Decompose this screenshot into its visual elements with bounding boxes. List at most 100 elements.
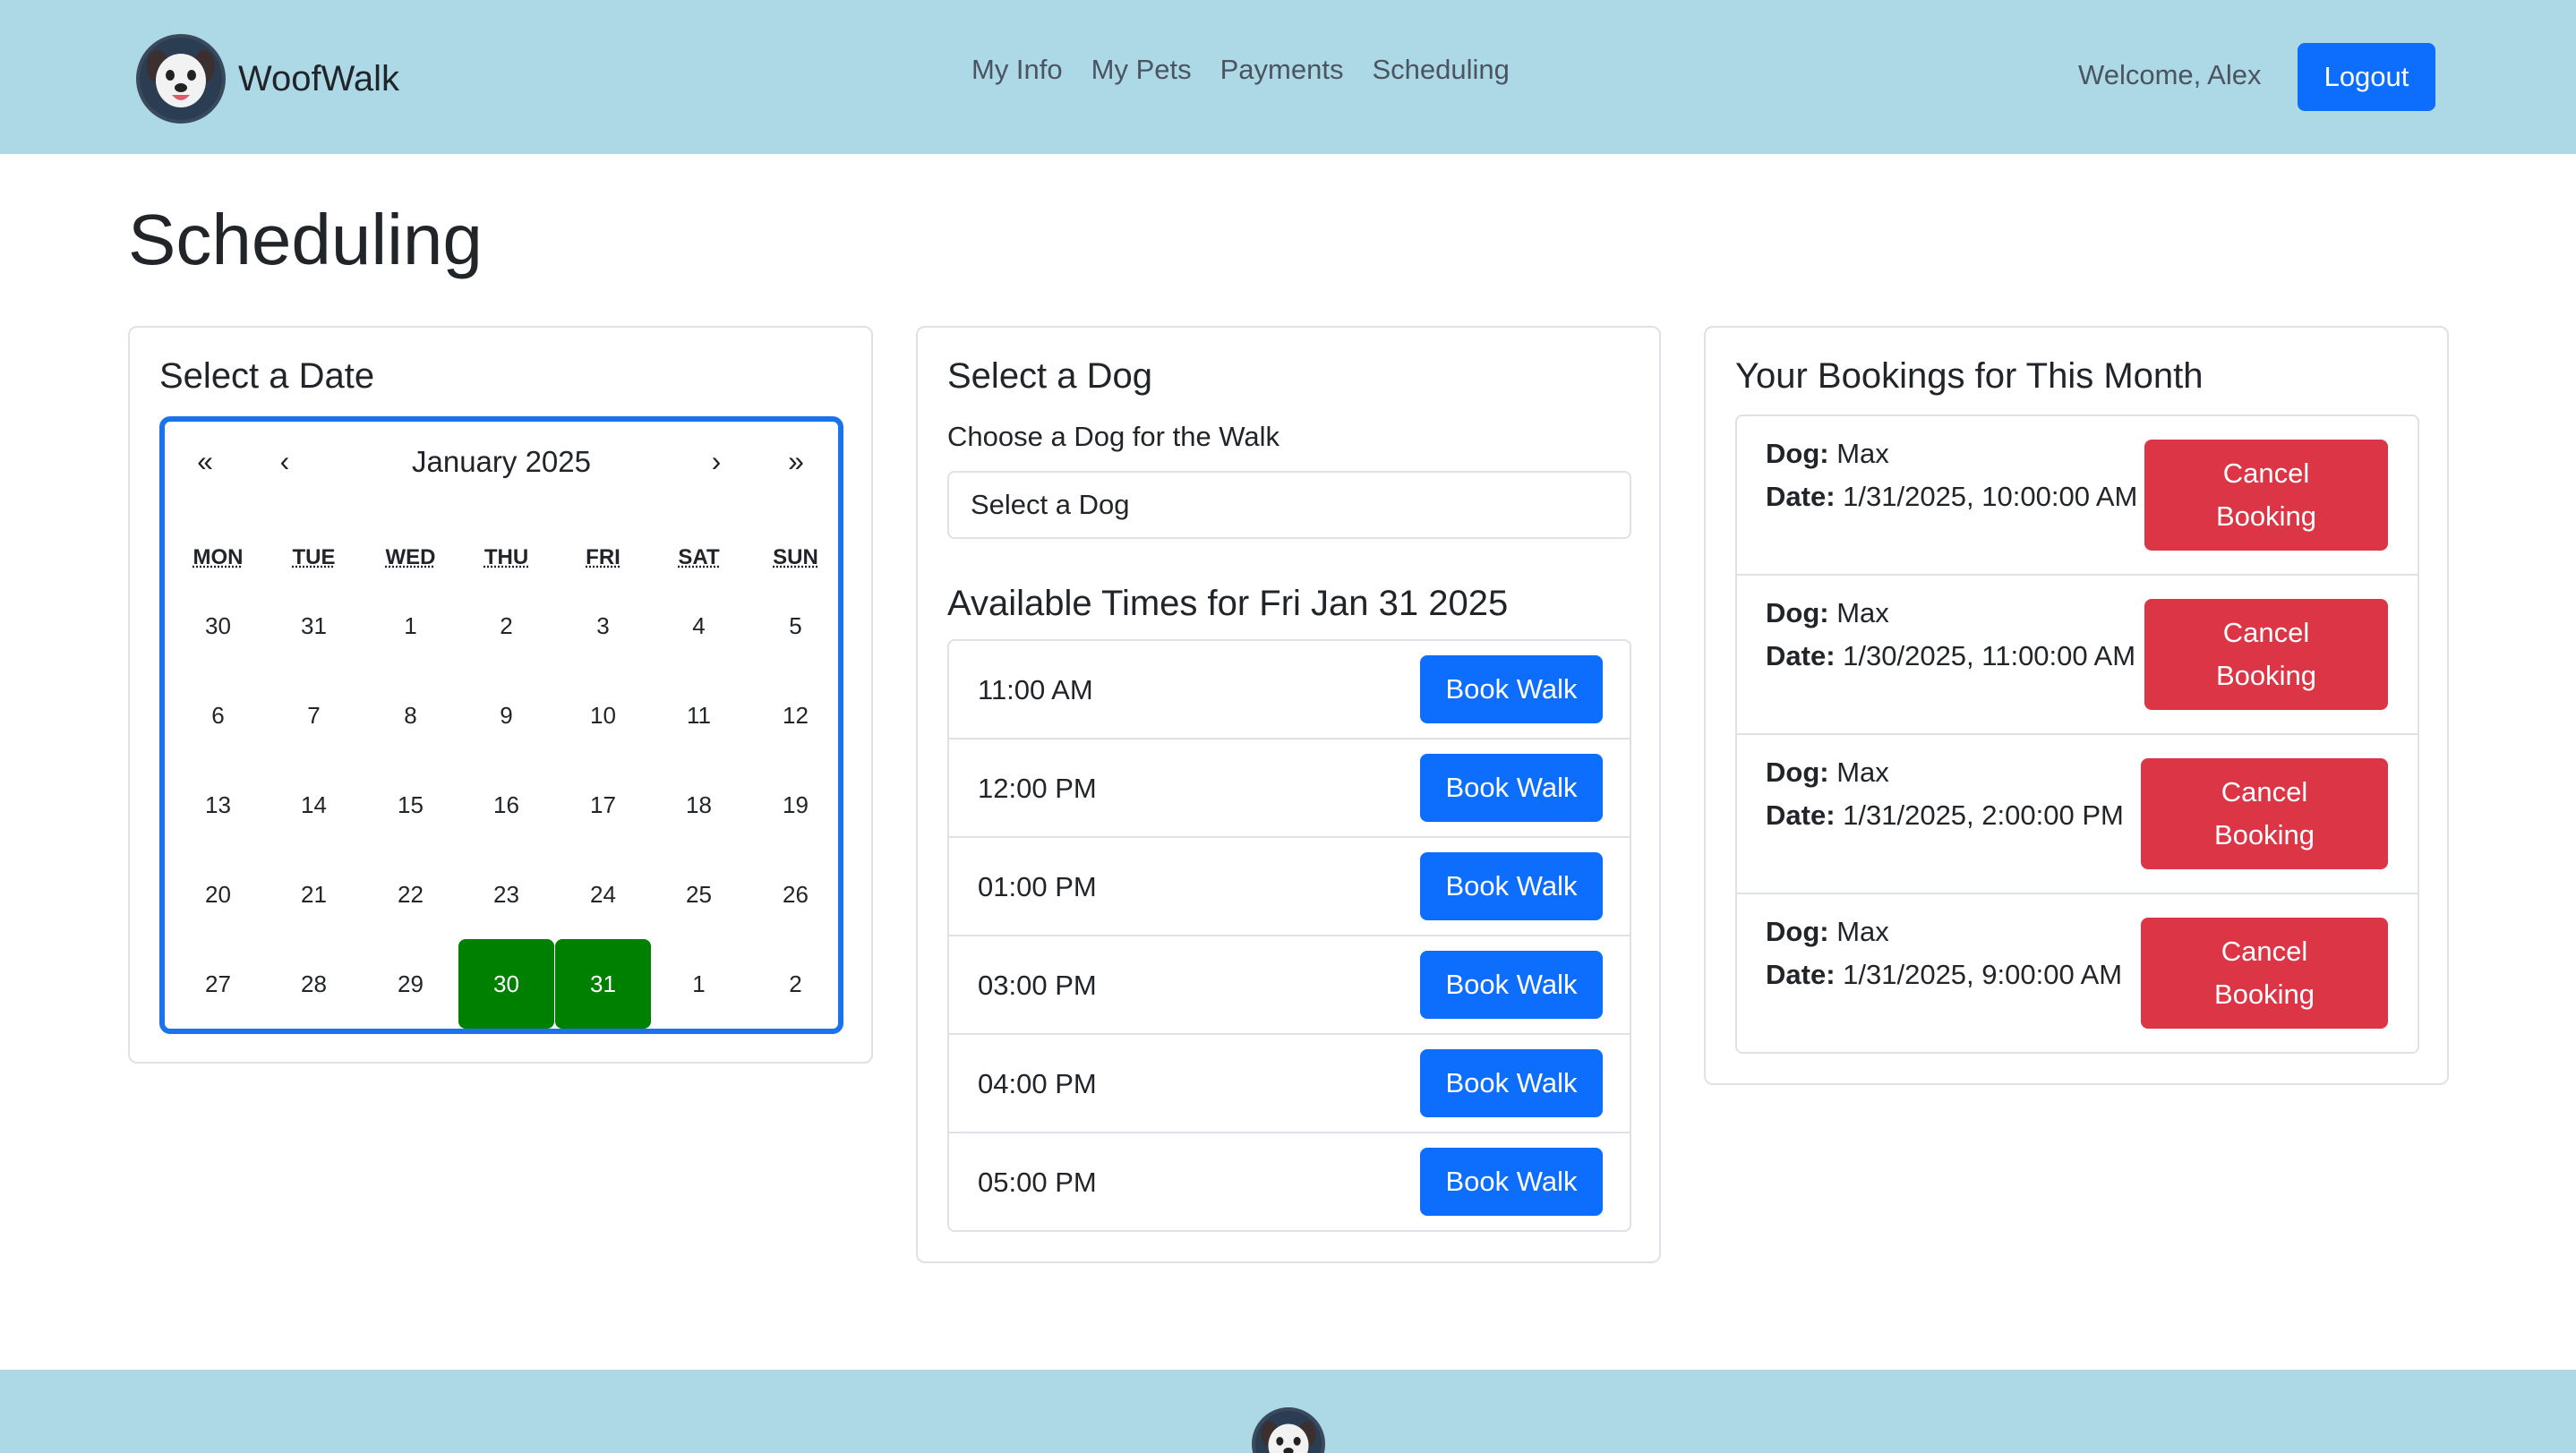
calendar-day[interactable]: 5 bbox=[748, 581, 843, 671]
nav-link-my-info[interactable]: My Info bbox=[971, 54, 1063, 86]
time-slot-label: 05:00 PM bbox=[978, 1167, 1097, 1198]
time-slot-row: 01:00 PM Book Walk bbox=[949, 838, 1630, 936]
dog-select[interactable]: Select a Dog bbox=[947, 471, 1631, 539]
footer bbox=[0, 1370, 2576, 1453]
calendar-day[interactable]: 12 bbox=[748, 671, 843, 760]
calendar-day[interactable]: 2 bbox=[748, 939, 843, 1029]
time-slot-label: 03:00 PM bbox=[978, 970, 1097, 1001]
calendar-day[interactable]: 1 bbox=[651, 939, 747, 1029]
calendar-day[interactable]: 16 bbox=[458, 760, 554, 850]
dog-field-label: Dog: bbox=[1766, 756, 1829, 788]
calendar-day[interactable]: 29 bbox=[363, 939, 458, 1029]
bookings-title: Your Bookings for This Month bbox=[1735, 356, 2204, 396]
book-walk-button[interactable]: Book Walk bbox=[1420, 1148, 1603, 1216]
book-walk-button[interactable]: Book Walk bbox=[1420, 852, 1603, 920]
booking-row: Dog: Max Date: 1/31/2025, 10:00:00 AM Ca… bbox=[1737, 416, 2418, 576]
calendar-day[interactable]: 25 bbox=[651, 850, 747, 939]
select-date-title: Select a Date bbox=[159, 356, 375, 396]
calendar-day[interactable]: 18 bbox=[651, 760, 747, 850]
dog-select-label: Choose a Dog for the Walk bbox=[947, 421, 1280, 452]
calendar-day[interactable]: 22 bbox=[363, 850, 458, 939]
calendar-day[interactable]: 28 bbox=[266, 939, 362, 1029]
available-times-list: 11:00 AM Book Walk 12:00 PM Book Walk 01… bbox=[947, 639, 1631, 1232]
calendar-day[interactable]: 6 bbox=[170, 671, 266, 760]
time-slot-label: 11:00 AM bbox=[978, 674, 1093, 705]
calendar-day[interactable]: 21 bbox=[266, 850, 362, 939]
cancel-booking-button[interactable]: Cancel Booking bbox=[2141, 918, 2388, 1029]
nav-link-payments[interactable]: Payments bbox=[1220, 54, 1344, 86]
nav-link-scheduling[interactable]: Scheduling bbox=[1372, 54, 1509, 86]
calendar-day[interactable]: 27 bbox=[170, 939, 266, 1029]
cancel-booking-button[interactable]: Cancel Booking bbox=[2141, 758, 2388, 869]
booking-info: Dog: Max Date: 1/31/2025, 9:00:00 AM bbox=[1766, 910, 2142, 996]
bookings-list: Dog: Max Date: 1/31/2025, 10:00:00 AM Ca… bbox=[1735, 415, 2419, 1054]
cancel-booking-button[interactable]: Cancel Booking bbox=[2144, 599, 2388, 710]
time-slot-label: 04:00 PM bbox=[978, 1068, 1097, 1099]
calendar-day[interactable]: 14 bbox=[266, 760, 362, 850]
calendar-day[interactable]: 7 bbox=[266, 671, 362, 760]
calendar-day[interactable]: 11 bbox=[651, 671, 747, 760]
book-walk-button[interactable]: Book Walk bbox=[1420, 754, 1603, 822]
time-slot-row: 12:00 PM Book Walk bbox=[949, 739, 1630, 838]
select-date-card: Select a Date « ‹ January 2025 › » MON T… bbox=[128, 326, 873, 1064]
calendar-day[interactable]: 13 bbox=[170, 760, 266, 850]
calendar-day[interactable]: 26 bbox=[748, 850, 843, 939]
booking-info: Dog: Max Date: 1/30/2025, 11:00:00 AM bbox=[1766, 592, 2142, 678]
logout-button[interactable]: Logout bbox=[2298, 43, 2435, 111]
top-navbar: WoofWalk My Info My Pets Payments Schedu… bbox=[0, 0, 2576, 154]
dog-field-label: Dog: bbox=[1766, 916, 1829, 947]
available-times-title: Available Times for Fri Jan 31 2025 bbox=[947, 584, 1509, 623]
book-walk-button[interactable]: Book Walk bbox=[1420, 951, 1603, 1019]
calendar-day[interactable]: 24 bbox=[555, 850, 651, 939]
book-walk-button[interactable]: Book Walk bbox=[1420, 1049, 1603, 1117]
select-dog-title: Select a Dog bbox=[947, 356, 1153, 396]
booking-row: Dog: Max Date: 1/30/2025, 11:00:00 AM Ca… bbox=[1737, 576, 2418, 735]
dog-field-label: Dog: bbox=[1766, 438, 1829, 469]
calendar-day[interactable]: 23 bbox=[458, 850, 554, 939]
booking-row: Dog: Max Date: 1/31/2025, 2:00:00 PM Can… bbox=[1737, 735, 2418, 894]
time-slot-row: 03:00 PM Book Walk bbox=[949, 936, 1630, 1035]
calendar-day[interactable]: 10 bbox=[555, 671, 651, 760]
calendar-day[interactable]: 9 bbox=[458, 671, 554, 760]
calendar-day[interactable]: 17 bbox=[555, 760, 651, 850]
calendar: « ‹ January 2025 › » MON TUE WED THU FRI… bbox=[159, 416, 843, 1034]
date-field-label: Date: bbox=[1766, 640, 1836, 671]
calendar-day[interactable]: 19 bbox=[748, 760, 843, 850]
calendar-day-highlighted[interactable]: 31 bbox=[555, 939, 651, 1029]
calendar-day[interactable]: 4 bbox=[651, 581, 747, 671]
page-title: Scheduling bbox=[128, 200, 483, 279]
calendar-day[interactable]: 1 bbox=[363, 581, 458, 671]
brand[interactable]: WoofWalk bbox=[136, 32, 399, 125]
calendar-day[interactable]: 8 bbox=[363, 671, 458, 760]
select-dog-card: Select a Dog Choose a Dog for the Walk S… bbox=[916, 326, 1661, 1263]
time-slot-row: 05:00 PM Book Walk bbox=[949, 1133, 1630, 1230]
calendar-days-grid: 30 31 1 2 3 4 5 6 7 8 9 10 11 12 13 14 15 16 17 18 19 20 21 22 2… bbox=[165, 422, 838, 1029]
calendar-day-highlighted[interactable]: 30 bbox=[458, 939, 554, 1029]
time-slot-label: 01:00 PM bbox=[978, 871, 1097, 902]
main-nav: My Info My Pets Payments Scheduling bbox=[971, 54, 1510, 86]
calendar-day[interactable]: 20 bbox=[170, 850, 266, 939]
booking-row: Dog: Max Date: 1/31/2025, 9:00:00 AM Can… bbox=[1737, 894, 2418, 1052]
date-field-label: Date: bbox=[1766, 481, 1836, 512]
calendar-day[interactable]: 3 bbox=[555, 581, 651, 671]
dog-field-label: Dog: bbox=[1766, 597, 1829, 628]
calendar-day[interactable]: 30 bbox=[170, 581, 266, 671]
booking-date: 1/31/2025, 10:00:00 AM bbox=[1843, 481, 2138, 512]
booking-dog-name: Max bbox=[1836, 438, 1889, 469]
booking-info: Dog: Max Date: 1/31/2025, 10:00:00 AM bbox=[1766, 432, 2142, 518]
calendar-day[interactable]: 2 bbox=[458, 581, 554, 671]
calendar-day[interactable]: 31 bbox=[266, 581, 362, 671]
booking-dog-name: Max bbox=[1836, 597, 1889, 628]
time-slot-row: 04:00 PM Book Walk bbox=[949, 1035, 1630, 1133]
date-field-label: Date: bbox=[1766, 799, 1836, 831]
cancel-booking-button[interactable]: Cancel Booking bbox=[2144, 440, 2388, 551]
booking-dog-name: Max bbox=[1836, 756, 1889, 788]
time-slot-row: 11:00 AM Book Walk bbox=[949, 641, 1630, 739]
booking-date: 1/31/2025, 2:00:00 PM bbox=[1843, 799, 2124, 831]
book-walk-button[interactable]: Book Walk bbox=[1420, 655, 1603, 723]
calendar-day[interactable]: 15 bbox=[363, 760, 458, 850]
dog-logo-icon bbox=[1252, 1407, 1325, 1453]
dog-logo-icon bbox=[136, 34, 226, 124]
nav-link-my-pets[interactable]: My Pets bbox=[1091, 54, 1192, 86]
welcome-text: Welcome, Alex bbox=[2078, 59, 2262, 90]
